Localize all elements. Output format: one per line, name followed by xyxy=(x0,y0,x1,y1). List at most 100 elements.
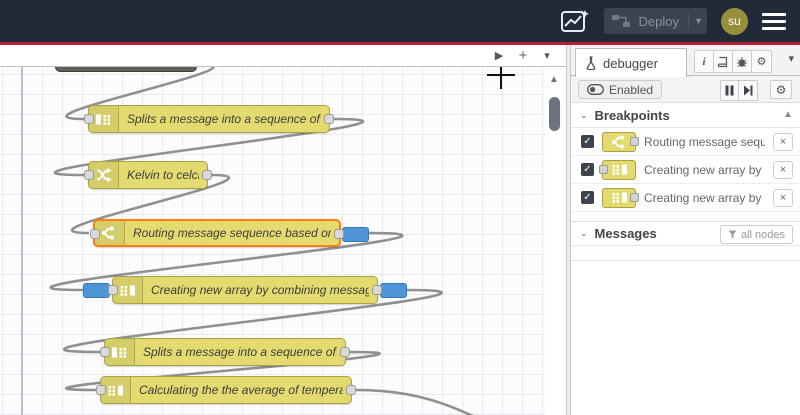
sidebar-tab-bar: debugger i ⚙ ▾ xyxy=(571,45,800,77)
mini-node-join-icon xyxy=(602,187,639,208)
breakpoint-row: ✓ Routing message sequence based on condi… xyxy=(571,128,800,156)
deploy-label: Deploy xyxy=(638,13,679,29)
node-label: Splits a message into a sequence of mess… xyxy=(127,112,321,126)
input-port[interactable] xyxy=(84,170,94,180)
user-avatar[interactable]: su xyxy=(721,7,748,35)
crosshair-cursor xyxy=(500,67,502,89)
breakpoints-section-header[interactable]: ⌄ Breakpoints ▲ xyxy=(571,103,800,128)
step-button[interactable] xyxy=(739,81,757,100)
output-port[interactable] xyxy=(340,347,350,357)
output-port[interactable] xyxy=(346,385,356,395)
message-filter-button[interactable]: all nodes xyxy=(719,225,793,244)
node-label: Kelvin to celcius xyxy=(127,168,199,182)
node-label: Creating new array by combining message … xyxy=(151,283,369,297)
mini-node-switch-icon xyxy=(602,131,639,152)
flow-node-partial[interactable] xyxy=(55,67,197,72)
tab-debugger[interactable]: debugger xyxy=(575,48,687,77)
message-list-empty xyxy=(571,246,800,261)
debug-button[interactable] xyxy=(733,51,752,72)
mini-node-join-icon xyxy=(599,159,636,180)
messages-title: Messages xyxy=(594,226,657,241)
scroll-up-icon[interactable]: ▲ xyxy=(549,74,559,85)
flow-workspace[interactable]: Splits a message into a sequence of mess… xyxy=(0,67,566,415)
book-icon xyxy=(717,56,729,68)
breakpoint-row: ✓ Creating new array by combining message… xyxy=(571,184,800,212)
flow-node-switch[interactable]: Routing message sequence based on condit… xyxy=(90,219,369,247)
breakpoint-marker[interactable] xyxy=(342,227,369,242)
deploy-icon xyxy=(611,14,632,28)
breakpoint-label: Routing message sequence based on condit… xyxy=(644,134,765,149)
bug-icon xyxy=(736,56,748,68)
output-port[interactable] xyxy=(334,229,344,239)
deploy-options-caret-icon[interactable]: ▾ xyxy=(687,13,701,29)
breakpoint-label: Creating new array by combining message … xyxy=(644,162,765,177)
info-button[interactable]: i xyxy=(695,51,714,72)
input-port[interactable] xyxy=(96,385,106,395)
gear-icon: ⚙ xyxy=(775,82,787,97)
flow-node-split[interactable]: Splits a message into a sequence of mess… xyxy=(84,105,334,133)
debugger-settings-button[interactable]: ⚙ xyxy=(770,80,792,99)
scroll-up-icon[interactable]: ▲ xyxy=(783,109,793,120)
breakpoint-checkbox[interactable]: ✓ xyxy=(581,163,594,176)
settings-button[interactable]: ⚙ xyxy=(752,51,771,72)
flow-node-join[interactable]: Calculating the the average of temperatu… xyxy=(96,376,356,404)
hamburger-icon xyxy=(762,12,786,16)
flow-node-change[interactable]: Kelvin to celcius xyxy=(84,161,212,189)
messages-section-header[interactable]: ⌄ Messages all nodes xyxy=(571,221,800,246)
message-filter-label: all nodes xyxy=(740,228,785,241)
pause-button[interactable] xyxy=(721,81,739,100)
help-button[interactable] xyxy=(714,51,733,72)
funnel-icon xyxy=(728,230,737,239)
sidebar-tabs-caret-icon[interactable]: ▾ xyxy=(788,52,794,65)
breakpoint-checkbox[interactable]: ✓ xyxy=(581,135,594,148)
gear-icon: ⚙ xyxy=(756,56,767,68)
step-forward-icon xyxy=(743,85,753,96)
add-flow-button[interactable]: + xyxy=(514,46,532,64)
flow-tab-strip: ▶ + ▾ xyxy=(0,45,566,67)
breakpoint-label: Creating new array by combining message … xyxy=(644,190,765,205)
node-label: Splits a message into a sequence of mess… xyxy=(143,345,337,359)
output-port[interactable] xyxy=(372,285,382,295)
chevron-down-icon: ⌄ xyxy=(580,228,588,238)
node-red-app: Deploy ▾ su ▶ + ▾ Splits a message into xyxy=(0,0,800,415)
debugger-toolbar: Enabled ⚙ xyxy=(571,76,800,103)
workspace-scrollbar: ▲ xyxy=(545,67,566,415)
remove-breakpoint-button[interactable]: × xyxy=(773,188,793,207)
breakpoint-marker[interactable] xyxy=(83,283,110,298)
input-port[interactable] xyxy=(84,114,94,124)
remove-breakpoint-button[interactable]: × xyxy=(773,132,793,151)
input-port[interactable] xyxy=(90,229,100,239)
deploy-button[interactable]: Deploy ▾ xyxy=(603,8,707,34)
breakpoint-marker[interactable] xyxy=(380,283,407,298)
app-header: Deploy ▾ su xyxy=(0,0,800,42)
sidebar-tool-group: i ⚙ xyxy=(694,50,772,73)
pause-icon xyxy=(725,85,734,96)
breakpoint-checkbox[interactable]: ✓ xyxy=(581,191,594,204)
debugger-enabled-toggle[interactable]: Enabled xyxy=(578,80,663,99)
input-port[interactable] xyxy=(100,347,110,357)
right-sidebar: debugger i ⚙ ▾ Enabled ⚙ ⌄ Breakpoints ▲… xyxy=(571,45,800,415)
output-port[interactable] xyxy=(324,114,334,124)
breakpoint-list: ✓ Routing message sequence based on condi… xyxy=(571,128,800,212)
breakpoints-title: Breakpoints xyxy=(594,107,670,123)
canvas-column: ▶ + ▾ Splits a message into a sequence o… xyxy=(0,45,566,415)
flow-node-join[interactable]: Creating new array by combining message … xyxy=(83,276,407,304)
chevron-down-icon: ⌄ xyxy=(580,109,588,120)
flow-list-caret-button[interactable]: ▾ xyxy=(538,46,556,64)
wire[interactable] xyxy=(355,388,566,415)
main-area: ▶ + ▾ Splits a message into a sequence o… xyxy=(0,45,800,415)
flow-node-split[interactable]: Splits a message into a sequence of mess… xyxy=(100,338,350,366)
main-menu-button[interactable] xyxy=(762,12,786,30)
scrollbar-thumb[interactable] xyxy=(549,97,560,131)
input-port[interactable] xyxy=(108,285,118,295)
tab-scroll-right-button[interactable]: ▶ xyxy=(490,46,508,64)
output-port[interactable] xyxy=(202,170,212,180)
remove-breakpoint-button[interactable]: × xyxy=(773,160,793,179)
enabled-label: Enabled xyxy=(609,82,654,97)
node-label: Routing message sequence based on condit… xyxy=(133,226,331,240)
breakpoint-row: ✓ Creating new array by combining message… xyxy=(571,156,800,184)
info-icon: i xyxy=(702,55,706,68)
tab-debugger-label: debugger xyxy=(603,55,658,71)
toggle-on-icon xyxy=(587,84,604,95)
screenshot-icon[interactable] xyxy=(560,8,590,34)
